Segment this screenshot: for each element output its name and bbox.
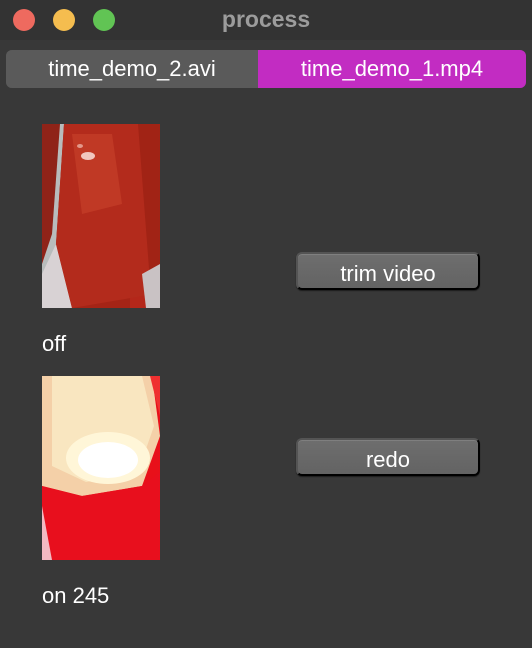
window-title: process bbox=[221, 6, 311, 32]
video-frame-thumbnail-off bbox=[42, 124, 160, 308]
tab-bar: time_demo_2.avi time_demo_1.mp4 bbox=[6, 50, 526, 88]
redo-button[interactable]: redo bbox=[296, 438, 480, 476]
frame-caption-on: on 245 bbox=[42, 583, 110, 608]
video-frame-thumbnail-on bbox=[42, 376, 160, 560]
tab-time-demo-2[interactable]: time_demo_2.avi bbox=[6, 50, 258, 88]
frame-caption-off: off bbox=[42, 331, 67, 356]
trim-video-button[interactable]: trim video bbox=[296, 252, 480, 290]
tab-time-demo-1[interactable]: time_demo_1.mp4 bbox=[258, 50, 526, 88]
process-window: process time_demo_2.avi time_demo_1.mp4 … bbox=[0, 0, 532, 648]
title-bar[interactable]: process bbox=[0, 0, 532, 40]
